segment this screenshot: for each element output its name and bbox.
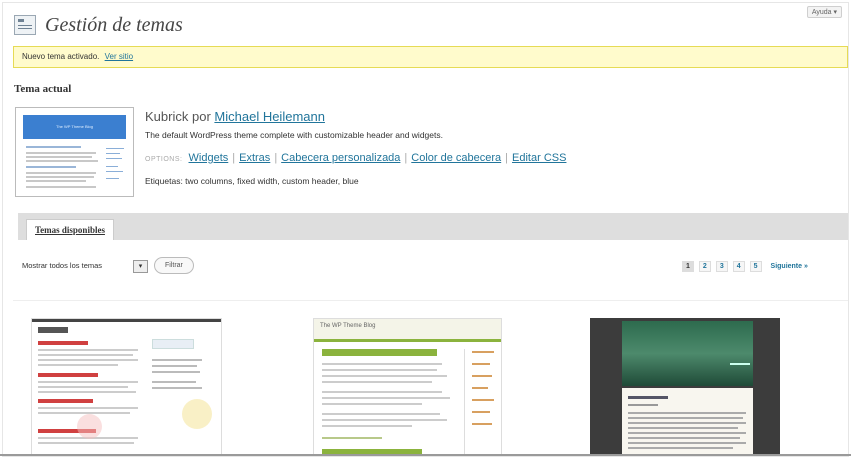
filter-label: Mostrar todos los temas <box>22 261 103 270</box>
theme-author-link[interactable]: Michael Heilemann <box>214 109 325 124</box>
option-header-color-link[interactable]: Color de cabecera <box>411 152 501 164</box>
theme-by: por <box>191 109 211 124</box>
option-custom-header-link[interactable]: Cabecera personalizada <box>281 152 400 164</box>
options-label: OPTIONS: <box>145 156 183 163</box>
pagination: 1 2 3 4 5 Siguiente » <box>682 261 808 272</box>
thumbnail-2-header-text: The WP Theme Blog <box>320 323 376 329</box>
themes-page-icon <box>14 15 36 35</box>
page-title: Gestión de temas <box>45 14 183 36</box>
current-theme-title: Kubrick por Michael Heilemann <box>145 109 325 124</box>
next-page-link[interactable]: Siguiente » <box>771 263 808 270</box>
theme-thumbnail-3[interactable] <box>590 318 780 456</box>
theme-tags: Etiquetas: two columns, fixed width, cus… <box>145 176 359 186</box>
page-5[interactable]: 5 <box>749 261 762 272</box>
tab-available-themes[interactable]: Temas disponibles <box>26 219 114 240</box>
theme-name: Kubrick <box>145 109 189 124</box>
app-window: Ayuda ▾ Gestión de temas Nuevo tema acti… <box>2 2 849 457</box>
notice-text: Nuevo tema activado. <box>22 52 100 61</box>
option-extras-link[interactable]: Extras <box>239 152 270 164</box>
view-site-link[interactable]: Ver sitio <box>105 52 133 61</box>
divider <box>13 300 848 301</box>
activation-notice: Nuevo tema activado. Ver sitio <box>13 46 848 68</box>
current-theme-thumbnail: The WP Theme Blog <box>15 107 134 197</box>
option-widgets-link[interactable]: Widgets <box>189 152 229 164</box>
theme-options: OPTIONS: Widgets | Extras | Cabecera persona… <box>145 152 567 164</box>
thumbnail-header-banner: The WP Theme Blog <box>23 115 126 139</box>
option-edit-css-link[interactable]: Editar CSS <box>512 152 566 164</box>
current-theme-heading: Tema actual <box>14 83 72 95</box>
available-themes-tabbar: Temas disponibles <box>18 213 848 240</box>
theme-description: The default WordPress theme complete wit… <box>145 130 443 140</box>
page-1[interactable]: 1 <box>682 261 694 272</box>
filter-button[interactable]: Filtrar <box>154 257 194 274</box>
theme-thumbnail-2[interactable]: The WP Theme Blog <box>313 318 502 456</box>
page-4[interactable]: 4 <box>732 261 745 272</box>
page-3[interactable]: 3 <box>715 261 728 272</box>
thumbnail-header-text: The WP Theme Blog <box>56 124 93 129</box>
theme-thumbnail-1[interactable] <box>31 318 222 456</box>
help-button[interactable]: Ayuda ▾ <box>806 6 842 18</box>
window-bottom-edge <box>0 454 851 456</box>
page-2[interactable]: 2 <box>698 261 711 272</box>
filter-dropdown[interactable]: ▾ <box>133 260 148 273</box>
